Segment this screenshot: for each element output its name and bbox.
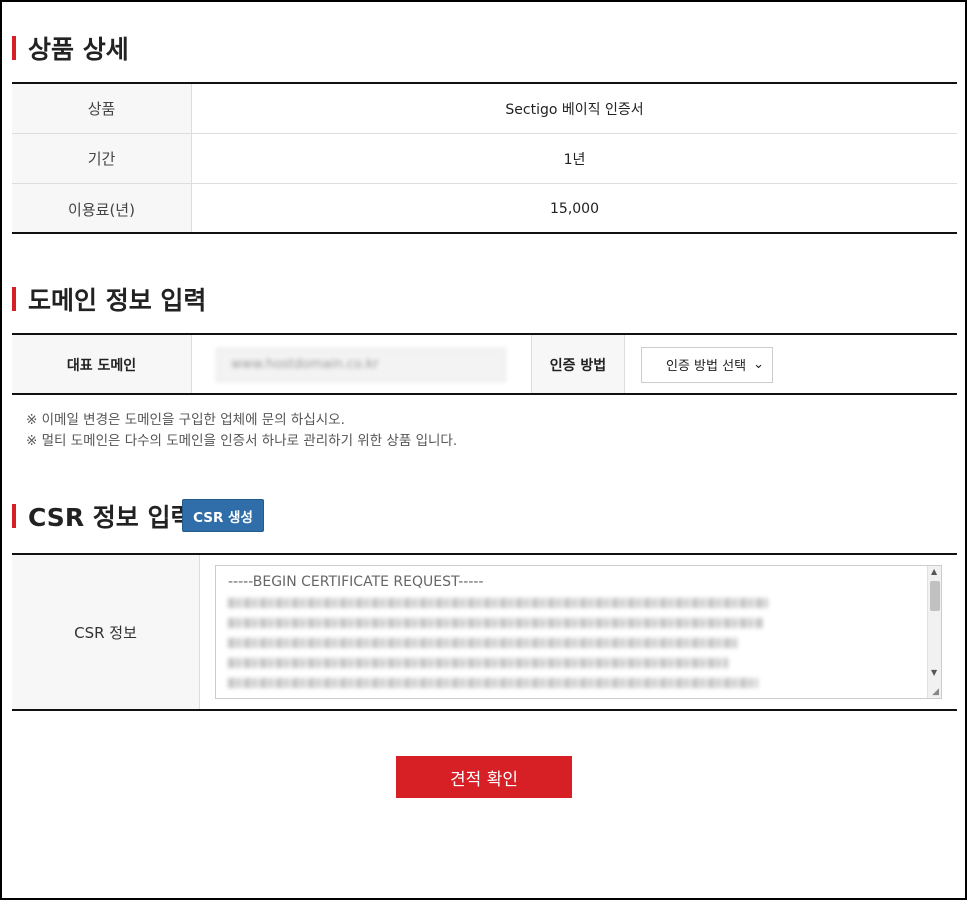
- csr-label: CSR 정보: [12, 555, 200, 709]
- domain-label: 대표 도메인: [12, 335, 192, 394]
- table-row: 이용료(년) 15,000: [12, 184, 957, 234]
- table-row: 기간 1년: [12, 134, 957, 184]
- auth-method-selected: 인증 방법 선택: [666, 359, 747, 374]
- redacted-line: [228, 658, 728, 668]
- csr-textarea[interactable]: -----BEGIN CERTIFICATE REQUEST----- ▲ ▼ …: [215, 565, 942, 699]
- divider: [12, 393, 957, 395]
- note-multi-domain: ※ 멀티 도메인은 다수의 도메인을 인증서 하나로 관리하기 위한 상품 입니…: [26, 433, 458, 449]
- csr-section-title: CSR 정보 입력: [12, 498, 193, 534]
- quote-confirm-button[interactable]: 견적 확인: [396, 756, 572, 798]
- row-value: Sectigo 베이직 인증서: [505, 101, 644, 118]
- row-value: 15,000: [550, 201, 599, 217]
- domain-section-title: 도메인 정보 입력: [12, 281, 206, 317]
- csr-generate-button[interactable]: CSR 생성: [182, 499, 264, 532]
- domain-input[interactable]: www.hostdomain.co.kr: [216, 347, 506, 382]
- row-label: 이용료(년): [12, 184, 192, 234]
- chevron-down-icon: ⌄: [753, 357, 764, 372]
- product-section-title-text: 상품 상세: [28, 35, 129, 64]
- redacted-line: [228, 638, 738, 648]
- domain-cell: www.hostdomain.co.kr: [192, 335, 532, 394]
- title-accent-bar: [12, 287, 16, 311]
- auth-method-select[interactable]: 인증 방법 선택 ⌄: [641, 346, 773, 383]
- row-value: 1년: [563, 151, 586, 168]
- redacted-line: [228, 598, 768, 608]
- domain-section-title-text: 도메인 정보 입력: [28, 286, 207, 315]
- title-accent-bar: [12, 36, 16, 60]
- divider: [12, 232, 957, 234]
- redacted-line: [228, 678, 758, 688]
- notes: ※ 이메일 변경은 도메인을 구입한 업체에 문의 하십시오. ※ 멀티 도메인…: [26, 410, 457, 452]
- resize-grip-icon[interactable]: ◢: [932, 687, 939, 697]
- csr-row: CSR 정보 -----BEGIN CERTIFICATE REQUEST---…: [12, 555, 957, 709]
- product-section-title: 상품 상세: [12, 30, 129, 66]
- row-label: 상품: [12, 84, 192, 133]
- csr-cell: -----BEGIN CERTIFICATE REQUEST----- ▲ ▼ …: [200, 555, 957, 709]
- csr-section-title-text: CSR 정보 입력: [28, 503, 194, 532]
- domain-row: 대표 도메인 www.hostdomain.co.kr 인증 방법 인증 방법 …: [12, 335, 957, 394]
- csr-first-line: -----BEGIN CERTIFICATE REQUEST-----: [228, 574, 484, 590]
- method-label: 인증 방법: [532, 335, 625, 394]
- note-email: ※ 이메일 변경은 도메인을 구입한 업체에 문의 하십시오.: [26, 412, 345, 428]
- method-cell: 인증 방법 선택 ⌄: [625, 335, 957, 394]
- row-label: 기간: [12, 134, 192, 183]
- scroll-down-arrow-icon[interactable]: ▼: [931, 668, 937, 677]
- scroll-thumb[interactable]: [930, 581, 940, 611]
- table-row: 상품 Sectigo 베이직 인증서: [12, 84, 957, 134]
- textarea-scrollbar[interactable]: ▲ ▼: [927, 566, 941, 698]
- product-table: 상품 Sectigo 베이직 인증서 기간 1년 이용료(년) 15,000: [12, 84, 957, 234]
- title-accent-bar: [12, 504, 16, 528]
- redacted-line: [228, 618, 763, 628]
- scroll-up-arrow-icon[interactable]: ▲: [931, 567, 937, 576]
- divider: [12, 709, 957, 711]
